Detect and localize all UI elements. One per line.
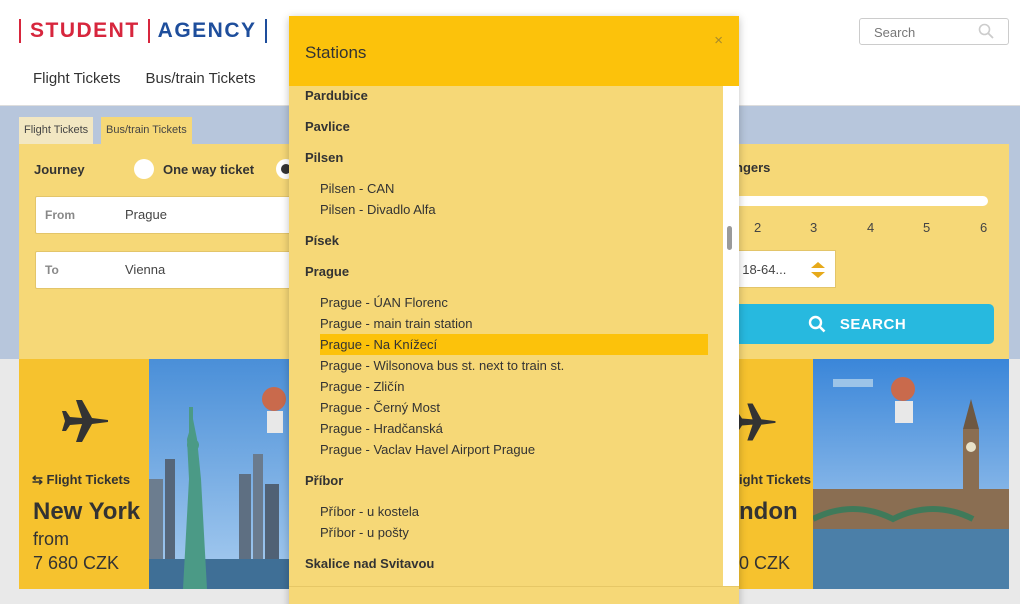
passengers-slider[interactable] <box>720 196 988 206</box>
from-field[interactable]: From Prague <box>35 196 310 234</box>
station-item[interactable]: Prague - Zličín <box>320 376 708 397</box>
station-group-pribor[interactable]: Příbor <box>305 473 343 488</box>
station-item[interactable]: Pilsen - Divadlo Alfa <box>320 199 708 220</box>
tab-bus-train-tickets[interactable]: Bus/train Tickets <box>101 117 192 144</box>
promo-city: New York <box>33 498 141 525</box>
london-illustration <box>813 359 1009 589</box>
airplane-icon <box>735 403 776 441</box>
journey-label: Journey <box>34 162 85 177</box>
search-icon[interactable] <box>978 23 994 39</box>
station-group-prague[interactable]: Prague <box>305 264 349 279</box>
modal-footer <box>289 586 739 604</box>
modal-header: Stations × <box>289 16 739 86</box>
airplane-icon <box>62 400 108 442</box>
promo-tag: ight Tickets <box>739 472 812 487</box>
nav-flight-tickets[interactable]: Flight Tickets <box>33 70 121 87</box>
station-item[interactable]: Prague - Wilsonova bus st. next to train… <box>320 355 708 376</box>
passenger-count-3[interactable]: 3 <box>810 220 817 235</box>
station-group-pisek[interactable]: Písek <box>305 233 339 248</box>
one-way-label: One way ticket <box>163 162 255 177</box>
promo-tag: ⇆ Flight Tickets <box>32 472 131 487</box>
station-item[interactable]: Pilsen - CAN <box>320 178 708 199</box>
station-item[interactable]: Prague - Hradčanská <box>320 418 708 439</box>
stations-modal: Stations × Pardubice Pavlice Pilsen Pils… <box>289 16 739 604</box>
search-icon <box>808 315 826 333</box>
station-item[interactable]: Příbor - u pošty <box>320 522 708 543</box>
passenger-count-5[interactable]: 5 <box>923 220 930 235</box>
logo[interactable]: STUDENT AGENCY <box>19 18 267 44</box>
station-group-pardubice[interactable]: Pardubice <box>305 88 368 103</box>
station-list-scrollbar[interactable] <box>723 86 739 586</box>
nav-bus-train-tickets[interactable]: Bus/train Tickets <box>146 70 256 87</box>
promo-from: from <box>33 529 69 549</box>
passenger-count-6[interactable]: 6 <box>980 220 987 235</box>
from-label: From <box>45 208 75 222</box>
station-item[interactable]: Příbor - u kostela <box>320 501 708 522</box>
station-item-highlighted[interactable]: Prague - Na Knížecí <box>320 334 708 355</box>
new-york-photo[interactable] <box>149 359 289 589</box>
scrollbar-thumb[interactable] <box>727 226 732 250</box>
passengers-label: ngers <box>735 160 771 175</box>
search-placeholder: Search <box>874 25 916 40</box>
modal-title: Stations <box>305 43 367 62</box>
station-item[interactable]: Prague - Černý Most <box>320 397 708 418</box>
station-group-pavlice[interactable]: Pavlice <box>305 119 350 134</box>
station-list: Pardubice Pavlice Pilsen Pilsen - CAN Pi… <box>289 86 723 586</box>
station-item[interactable]: Prague - Vaclav Havel Airport Prague <box>320 439 708 460</box>
search-input[interactable]: Search <box>859 18 1009 45</box>
logo-word-agency: AGENCY <box>157 19 257 42</box>
promo-price: 7 680 CZK <box>33 553 120 573</box>
station-group-skalice[interactable]: Skalice nad Svitavou <box>305 556 434 571</box>
logo-bar <box>264 19 267 43</box>
from-value: Prague <box>125 207 167 222</box>
passenger-count-4[interactable]: 4 <box>867 220 874 235</box>
search-button[interactable]: SEARCH <box>720 304 994 344</box>
london-photo[interactable] <box>813 359 1009 589</box>
new-york-illustration <box>149 359 289 589</box>
station-item[interactable]: Prague - main train station <box>320 313 708 334</box>
passenger-count-2[interactable]: 2 <box>754 220 761 235</box>
close-icon[interactable]: × <box>714 32 723 49</box>
to-label: To <box>45 263 59 277</box>
station-group-pilsen[interactable]: Pilsen <box>305 150 343 165</box>
to-value: Vienna <box>125 262 166 277</box>
select-arrows-icon <box>811 262 825 278</box>
logo-word-student: STUDENT <box>30 19 140 42</box>
promo-price: 0 CZK <box>739 553 791 573</box>
one-way-radio[interactable] <box>134 159 154 179</box>
search-button-label: SEARCH <box>839 315 907 333</box>
tab-flight-tickets[interactable]: Flight Tickets <box>19 117 94 144</box>
to-field[interactable]: To Vienna <box>35 251 310 289</box>
main-nav: Flight Tickets Bus/train Tickets <box>33 70 281 87</box>
promo-city: ndon <box>739 498 798 525</box>
tariff-value: t 18-64... <box>735 262 787 277</box>
promo-tag-text: Flight Tickets <box>46 472 131 487</box>
station-item[interactable]: Prague - ÚAN Florenc <box>320 292 708 313</box>
